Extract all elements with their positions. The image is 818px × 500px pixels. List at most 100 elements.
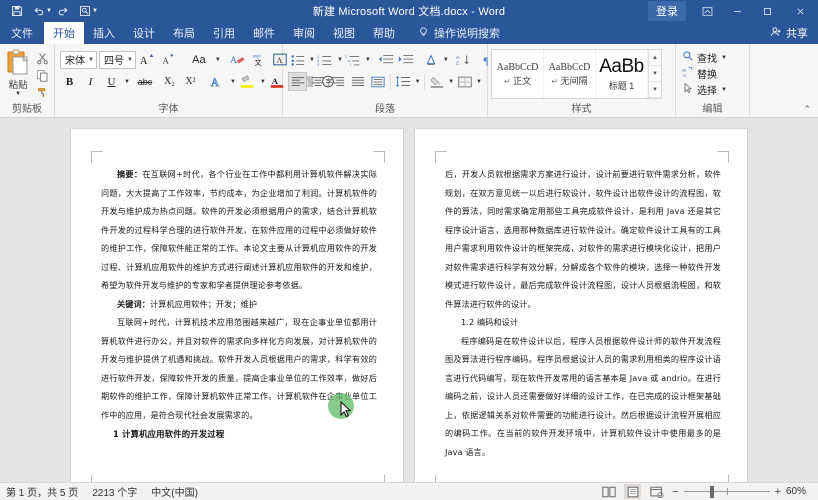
align-right-button[interactable] [328, 72, 347, 91]
paragraph-heading-1[interactable]: 1 计算机应用软件的开发过程 [101, 425, 377, 444]
zoom-out-button[interactable]: − [672, 486, 678, 498]
shrink-font-icon[interactable]: A [159, 50, 178, 69]
quick-access-toolbar[interactable]: ▼ ▼ [0, 1, 98, 21]
copy-icon[interactable] [34, 67, 51, 83]
style-item-heading1[interactable]: AaBb 标题 1 [596, 50, 648, 98]
font-name-combo[interactable]: 宋体 ▼ [60, 51, 97, 69]
ribbon-display-options-icon[interactable] [692, 0, 722, 22]
distribute-button[interactable] [368, 72, 387, 91]
subscript-button[interactable]: X₂ [160, 72, 179, 91]
paragraph-coding[interactable]: 程序编码是在软件设计以后，程序人员根据软件设计师的软件开发流程图及算法进行程序编… [445, 332, 721, 462]
change-case-dropdown-icon[interactable]: ▼ [215, 57, 221, 63]
numbering-icon[interactable]: 123 [316, 50, 335, 69]
paragraph-subheading-1-2[interactable]: 1.2 编码和设计 [445, 313, 721, 332]
page-left[interactable]: 摘要：在互联网+时代，各个行业在工作中都利用计算机软件解决实际问题，大大提高了工… [71, 129, 403, 482]
styles-scroll-up-icon[interactable]: ▲ [649, 50, 661, 66]
bullets-icon[interactable] [288, 50, 307, 69]
bullets-dropdown-icon[interactable]: ▼ [309, 57, 315, 63]
find-dropdown-icon[interactable]: ▼ [721, 55, 727, 61]
minimize-icon[interactable] [722, 0, 752, 22]
close-icon[interactable] [782, 0, 818, 22]
customize-qat-icon[interactable]: ▼ [92, 8, 98, 14]
share-button[interactable]: 共享 [770, 22, 818, 44]
language-indicator[interactable]: 中文(中国) [151, 484, 198, 499]
strikethrough-button[interactable]: abc [132, 72, 158, 91]
borders-dropdown-icon[interactable]: ▼ [476, 79, 482, 85]
superscript-button[interactable]: X² [181, 72, 200, 91]
shading-dropdown-icon[interactable]: ▼ [448, 79, 454, 85]
multilevel-list-icon[interactable]: 1ai [344, 50, 363, 69]
sign-in-button[interactable]: 登录 [648, 1, 686, 21]
bold-button[interactable]: B [60, 72, 79, 91]
word-count[interactable]: 2213 个字 [92, 484, 137, 499]
tab-home[interactable]: 开始 [44, 22, 84, 44]
phonetic-guide-icon[interactable]: wén文 [250, 50, 269, 69]
styles-gallery[interactable]: AaBbCcD ↵ 正文 AaBbCcD ↵ 无间隔 AaBb 标题 1 ▲ ▼… [491, 49, 662, 99]
align-center-button[interactable] [308, 72, 327, 91]
chevron-down-icon[interactable]: ▼ [85, 57, 94, 63]
style-item-normal[interactable]: AaBbCcD ↵ 正文 [492, 50, 544, 98]
page-indicator[interactable]: 第 1 页，共 5 页 [6, 484, 78, 499]
zoom-slider[interactable] [684, 484, 770, 499]
change-case-icon[interactable]: Aa [186, 50, 212, 69]
borders-icon[interactable] [455, 72, 474, 91]
tab-insert[interactable]: 插入 [84, 22, 124, 44]
style-item-no-spacing[interactable]: AaBbCcD ↵ 无间隔 [544, 50, 596, 98]
collapse-ribbon-icon[interactable]: ⌃ [803, 104, 811, 115]
underline-button[interactable]: U [102, 72, 121, 91]
justify-button[interactable] [348, 72, 367, 91]
numbering-dropdown-icon[interactable]: ▼ [337, 57, 343, 63]
paste-button[interactable]: 粘贴 ▼ [3, 48, 33, 97]
paragraph-intro[interactable]: 互联网+时代，计算机技术应用范围越来越广，现在企事业单位都用计算机软件进行办公，… [101, 313, 377, 424]
styles-more-icon[interactable]: ▼ [649, 82, 661, 98]
format-painter-icon[interactable] [34, 84, 51, 100]
paragraph-abstract[interactable]: 摘要：在互联网+时代，各个行业在工作中都利用计算机软件解决实际问题，大大提高了工… [101, 165, 377, 295]
tell-me-search[interactable]: 操作说明搜索 [418, 22, 500, 44]
replace-button[interactable]: abac 替换 [682, 66, 727, 81]
clear-formatting-icon[interactable]: A [229, 50, 248, 69]
grow-font-icon[interactable]: A [138, 50, 157, 69]
tab-help[interactable]: 帮助 [364, 22, 404, 44]
tab-file[interactable]: 文件 [0, 22, 44, 44]
select-button[interactable]: 选择 ▼ [682, 82, 727, 97]
text-effects-icon[interactable]: A [208, 72, 227, 91]
text-highlight-icon[interactable] [238, 72, 257, 91]
zoom-in-button[interactable]: + [775, 486, 781, 498]
asian-layout-icon[interactable] [422, 50, 441, 69]
increase-indent-icon[interactable] [397, 50, 416, 69]
line-spacing-icon[interactable] [394, 72, 413, 91]
tab-mailings[interactable]: 邮件 [244, 22, 284, 44]
save-icon[interactable] [6, 1, 28, 21]
redo-icon[interactable] [52, 1, 74, 21]
styles-scroll-buttons[interactable]: ▲ ▼ ▼ [648, 50, 661, 98]
find-button[interactable]: 查找 ▼ [682, 50, 727, 65]
line-spacing-dropdown-icon[interactable]: ▼ [415, 79, 421, 85]
text-highlight-dropdown-icon[interactable]: ▼ [260, 79, 266, 85]
tab-review[interactable]: 审阅 [284, 22, 324, 44]
chevron-down-icon[interactable]: ▼ [124, 57, 133, 63]
sort-icon[interactable]: AZ [455, 50, 474, 69]
shading-icon[interactable] [427, 72, 446, 91]
zoom-control[interactable]: − + 60% [672, 484, 812, 499]
styles-scroll-down-icon[interactable]: ▼ [649, 66, 661, 82]
multilevel-list-dropdown-icon[interactable]: ▼ [365, 57, 371, 63]
document-canvas[interactable]: 摘要：在互联网+时代，各个行业在工作中都利用计算机软件解决实际问题，大大提高了工… [0, 118, 818, 482]
web-layout-icon[interactable] [648, 484, 665, 499]
tab-references[interactable]: 引用 [204, 22, 244, 44]
page-right[interactable]: 后，开发人员就根据需求方案进行设计，设计前要进行软件需求分析，软件规划，在双方意… [415, 129, 747, 482]
underline-dropdown-icon[interactable]: ▼ [124, 79, 130, 85]
maximize-icon[interactable] [752, 0, 782, 22]
paragraph-design-continued[interactable]: 后，开发人员就根据需求方案进行设计，设计前要进行软件需求分析，软件规划，在双方意… [445, 165, 721, 313]
paste-dropdown-icon[interactable]: ▼ [15, 91, 21, 97]
font-size-combo[interactable]: 四号 ▼ [99, 51, 136, 69]
zoom-slider-thumb[interactable] [710, 486, 714, 498]
text-effects-dropdown-icon[interactable]: ▼ [230, 79, 236, 85]
select-dropdown-icon[interactable]: ▼ [721, 87, 727, 93]
italic-button[interactable]: I [81, 72, 100, 91]
align-left-button[interactable] [288, 72, 307, 91]
print-layout-icon[interactable] [624, 484, 641, 499]
tab-layout[interactable]: 布局 [164, 22, 204, 44]
tab-design[interactable]: 设计 [124, 22, 164, 44]
cut-icon[interactable] [34, 50, 51, 66]
zoom-level-label[interactable]: 60% [786, 486, 812, 497]
